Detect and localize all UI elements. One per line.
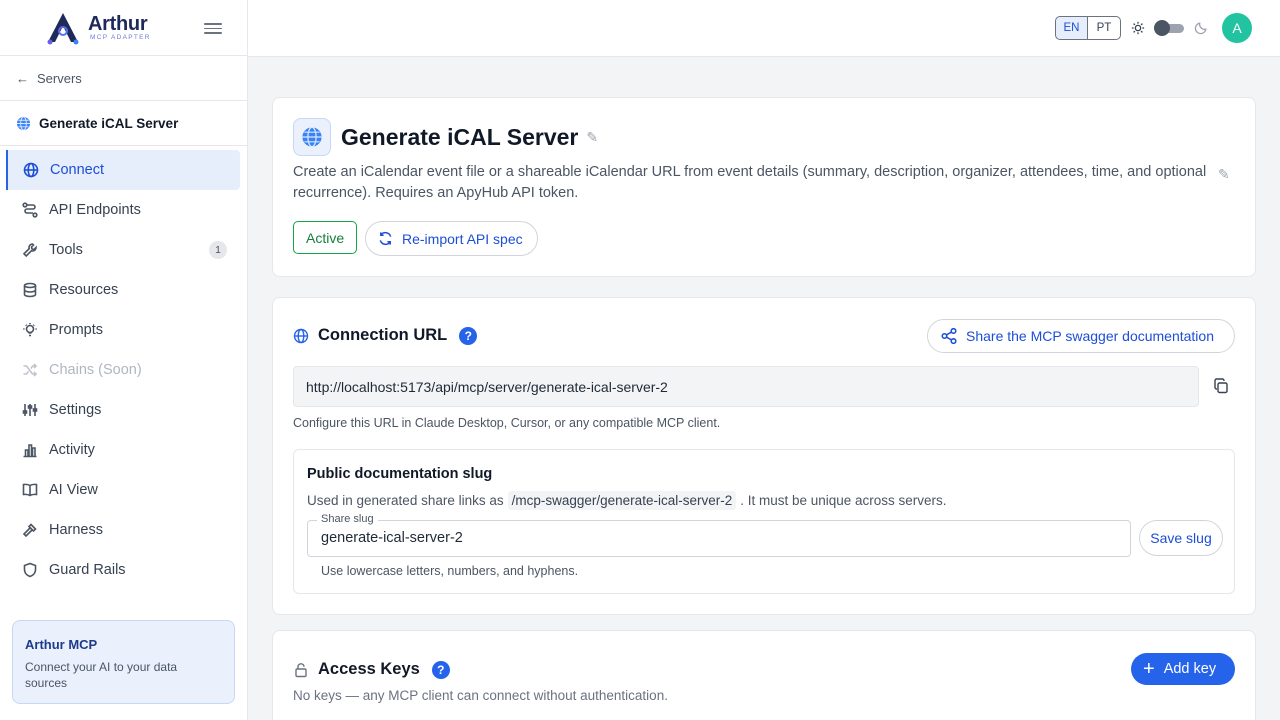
bar-chart-icon [23, 444, 37, 458]
reimport-api-spec-button[interactable]: Re-import API spec [365, 221, 538, 256]
slug-title: Public documentation slug [307, 466, 493, 482]
wrench-icon [22, 243, 37, 258]
hamburger-menu-icon[interactable] [204, 20, 222, 36]
sidebar-item-settings[interactable]: Settings [0, 390, 247, 430]
sliders-icon [22, 404, 38, 416]
status-badge: Active [293, 221, 358, 254]
connection-url-field[interactable]: http://localhost:5173/api/mcp/server/gen… [293, 366, 1199, 407]
sidebar-item-label: Prompts [49, 322, 103, 338]
connection-card: Connection URL ? Share the MCP swagger d… [272, 297, 1256, 615]
sidebar-item-api-endpoints[interactable]: API Endpoints [0, 190, 247, 230]
slug-desc-text: Used in generated share links as [307, 493, 504, 508]
back-to-servers-link[interactable]: ← Servers [0, 56, 247, 101]
sidebar-item-label: Settings [49, 402, 102, 418]
brand-name: Arthur [88, 12, 148, 35]
sidebar-item-tools[interactable]: Tools 1 [0, 230, 247, 270]
slug-desc-text-after: . It must be unique across servers. [740, 493, 947, 508]
hammer-icon [22, 523, 37, 538]
access-keys-card: Access Keys ? + Add key No keys — any MC… [272, 630, 1256, 720]
sidebar-item-label: Connect [50, 162, 105, 178]
sidebar: Arthur MCP ADAPTER ← Servers Generate iC… [0, 0, 248, 720]
sidebar-item-label: Resources [49, 282, 119, 298]
promo-text: Connect your AI to your data sources [25, 660, 178, 690]
language-switcher: EN PT [1055, 16, 1121, 40]
arrow-left-icon: ← [16, 70, 29, 86]
logo-row: Arthur MCP ADAPTER [0, 0, 247, 56]
lock-icon [295, 662, 307, 677]
server-header-card: Generate iCAL Server ✎ Create an iCalend… [272, 97, 1256, 277]
reimport-label: Re-import API spec [402, 230, 523, 247]
globe-icon [16, 115, 31, 131]
endpoints-icon [22, 202, 38, 218]
slug-description: Used in generated share links as /mcp-sw… [307, 491, 947, 510]
shield-icon [23, 562, 37, 578]
theme-toggle[interactable] [1154, 20, 1184, 36]
access-keys-help-icon[interactable]: ? [431, 660, 450, 679]
sidebar-item-activity[interactable]: Activity [0, 430, 247, 470]
sidebar-item-label: Activity [49, 442, 95, 458]
server-icon-box [293, 118, 331, 156]
topbar: EN PT A [248, 0, 1280, 57]
share-slug-label: Share slug [317, 513, 378, 525]
edit-description-pencil-icon[interactable]: ✎ [1218, 166, 1230, 183]
refresh-icon [379, 231, 392, 246]
back-label: Servers [37, 70, 82, 86]
slug-section: Public documentation slug Used in genera… [293, 449, 1235, 594]
server-description: Create an iCalendar event file or a shar… [293, 164, 1207, 201]
share-swagger-button[interactable]: Share the MCP swagger documentation [927, 319, 1235, 353]
slug-path-code: /mcp-swagger/generate-ical-server-2 [507, 491, 737, 510]
plus-icon: + [1143, 658, 1155, 680]
sidebar-item-prompts[interactable]: Prompts [0, 310, 247, 350]
slug-hint: Use lowercase letters, numbers, and hyph… [321, 564, 579, 578]
page-title: Generate iCAL Server [341, 123, 579, 150]
connection-hint: Configure this URL in Claude Desktop, Cu… [293, 416, 721, 430]
sidebar-nav: Connect API Endpoints Tools 1 Resources … [0, 146, 247, 590]
globe-icon [23, 162, 39, 178]
sidebar-item-label: Tools [49, 242, 83, 258]
share-icon [941, 327, 957, 345]
globe-icon [293, 328, 309, 343]
add-key-button[interactable]: + Add key [1131, 653, 1235, 685]
sidebar-item-label: Guard Rails [49, 562, 126, 578]
share-slug-field[interactable]: Share slug [307, 513, 1131, 557]
connection-title: Connection URL [318, 326, 448, 344]
sidebar-item-connect[interactable]: Connect [6, 150, 240, 190]
database-icon [23, 282, 37, 298]
sidebar-item-harness[interactable]: Harness [0, 510, 247, 550]
add-key-label: Add key [1163, 661, 1217, 677]
share-slug-input[interactable] [321, 530, 1111, 546]
save-slug-button[interactable]: Save slug [1139, 520, 1223, 556]
access-keys-hint: No keys — any MCP client can connect wit… [293, 688, 668, 703]
edit-title-pencil-icon[interactable]: ✎ [586, 129, 598, 146]
server-name: Generate iCAL Server [39, 115, 179, 131]
lang-en-button[interactable]: EN [1055, 16, 1088, 40]
sidebar-item-resources[interactable]: Resources [0, 270, 247, 310]
globe-icon [302, 126, 322, 148]
user-avatar[interactable]: A [1222, 13, 1252, 43]
share-label: Share the MCP swagger documentation [966, 328, 1214, 344]
sidebar-item-ai-view[interactable]: AI View [0, 470, 247, 510]
moon-icon [1194, 22, 1207, 35]
tools-count-badge: 1 [209, 241, 227, 259]
brand-subtitle: MCP ADAPTER [90, 33, 151, 41]
arthur-logo-icon [47, 12, 79, 44]
copy-icon[interactable] [1213, 378, 1229, 394]
sidebar-item-label: Harness [49, 522, 103, 538]
sun-icon [1131, 21, 1145, 35]
access-keys-title: Access Keys [318, 660, 420, 678]
shuffle-icon [23, 363, 38, 377]
connection-help-icon[interactable]: ? [459, 326, 478, 345]
current-server: Generate iCAL Server [0, 101, 247, 146]
promo-card: Arthur MCP Connect your AI to your data … [12, 620, 235, 704]
sidebar-item-guard-rails[interactable]: Guard Rails [0, 550, 247, 590]
lightbulb-icon [23, 323, 37, 337]
sidebar-item-label: API Endpoints [49, 202, 141, 218]
lang-pt-button[interactable]: PT [1088, 16, 1121, 40]
promo-title: Arthur MCP [25, 637, 98, 652]
sidebar-item-chains: Chains (Soon) [0, 350, 247, 390]
sidebar-item-label: Chains (Soon) [49, 362, 142, 378]
sidebar-item-label: AI View [49, 482, 98, 498]
book-icon [22, 483, 38, 497]
